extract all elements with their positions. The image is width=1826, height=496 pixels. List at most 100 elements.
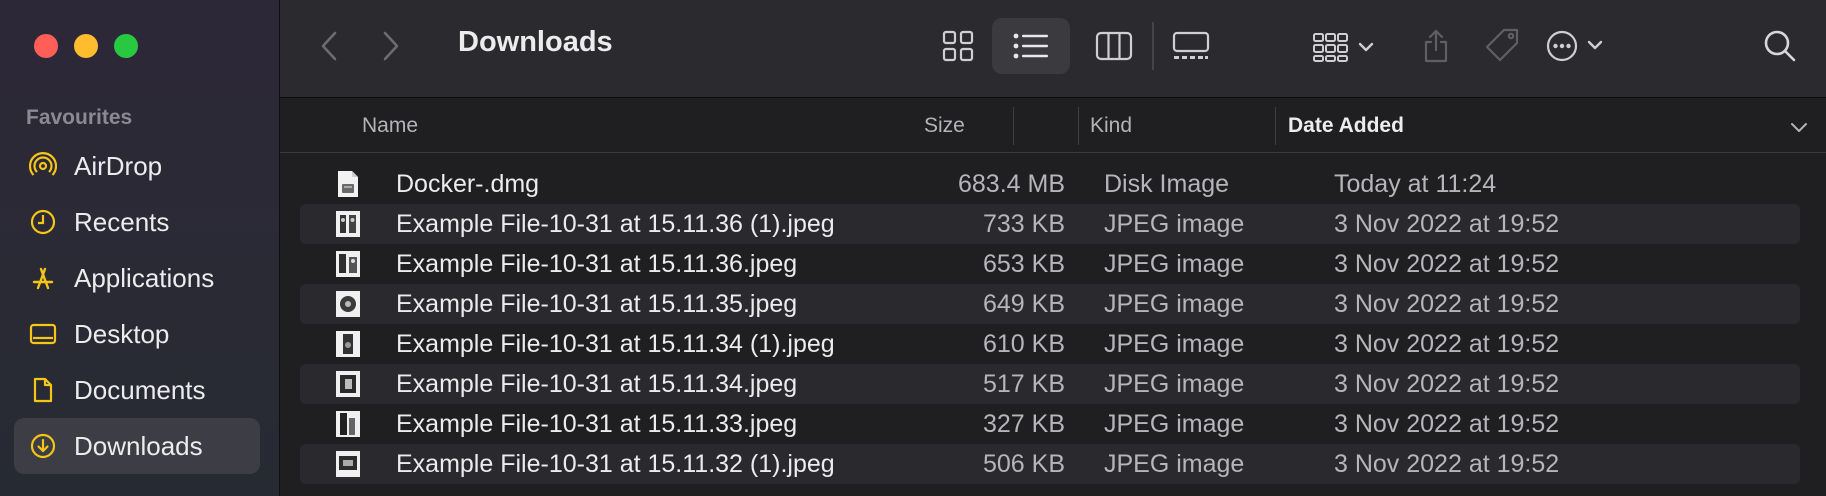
chevron-left-icon bbox=[321, 31, 337, 61]
main-pane: Downloads Name Size Kind Date Added Dock… bbox=[280, 0, 1826, 496]
more-actions-button[interactable] bbox=[1542, 22, 1614, 70]
list-view-button[interactable] bbox=[992, 18, 1070, 74]
file-date: 3 Nov 2022 at 19:52 bbox=[1334, 370, 1560, 398]
tag-icon bbox=[1485, 28, 1519, 62]
file-size: 653 KB bbox=[982, 250, 1065, 278]
column-name-header[interactable]: Name bbox=[362, 99, 418, 152]
gallery-icon bbox=[1172, 31, 1210, 59]
file-name: Example File-10-31 at 15.11.35.jpeg bbox=[396, 290, 798, 318]
file-date: 3 Nov 2022 at 19:52 bbox=[1334, 330, 1560, 358]
tags-button[interactable] bbox=[1482, 22, 1522, 70]
zoom-button[interactable] bbox=[114, 34, 138, 58]
sidebar-list: AirDrop Recents Applications Desktop Doc… bbox=[14, 138, 260, 474]
download-icon bbox=[28, 431, 58, 461]
minimize-button[interactable] bbox=[74, 34, 98, 58]
column-divider[interactable] bbox=[1078, 107, 1079, 145]
jpeg-thumbnail-icon bbox=[336, 451, 360, 477]
finder-window: Favourites AirDrop Recents Applications bbox=[0, 0, 1826, 496]
sidebar-heading: Favourites bbox=[26, 106, 133, 129]
forward-button[interactable] bbox=[378, 28, 404, 64]
list-icon bbox=[1013, 33, 1048, 59]
jpeg-thumbnail-icon bbox=[336, 251, 360, 277]
window-title: Downloads bbox=[458, 26, 613, 58]
close-button[interactable] bbox=[34, 34, 58, 58]
file-name: Example File-10-31 at 15.11.36.jpeg bbox=[396, 250, 798, 278]
icon-view-button[interactable] bbox=[932, 22, 984, 70]
table-row[interactable]: Example File-10-31 at 15.11.34.jpeg 517 … bbox=[300, 364, 1800, 404]
file-kind: JPEG image bbox=[1104, 450, 1245, 478]
file-kind: JPEG image bbox=[1104, 290, 1245, 318]
applications-icon bbox=[28, 263, 58, 293]
file-name: Example File-10-31 at 15.11.32 (1).jpeg bbox=[396, 450, 835, 478]
file-name: Example File-10-31 at 15.11.33.jpeg bbox=[396, 410, 798, 438]
sidebar-item-label: Desktop bbox=[74, 318, 170, 349]
sidebar-item-airdrop[interactable]: AirDrop bbox=[14, 138, 260, 194]
file-date: 3 Nov 2022 at 19:52 bbox=[1334, 250, 1560, 278]
file-size: 683.4 MB bbox=[957, 170, 1065, 198]
file-date: 3 Nov 2022 at 19:52 bbox=[1334, 410, 1560, 438]
search-icon bbox=[1764, 30, 1796, 62]
file-size: 649 KB bbox=[982, 290, 1065, 318]
table-row[interactable]: Example File-10-31 at 15.11.33.jpeg 327 … bbox=[300, 404, 1800, 444]
sidebar-item-recents[interactable]: Recents bbox=[14, 194, 260, 250]
table-row[interactable]: Example File-10-31 at 15.11.32 (1).jpeg … bbox=[300, 444, 1800, 484]
file-date: 3 Nov 2022 at 19:52 bbox=[1334, 450, 1560, 478]
table-row[interactable]: Example File-10-31 at 15.11.34 (1).jpeg … bbox=[300, 324, 1800, 364]
file-size: 733 KB bbox=[982, 210, 1065, 238]
file-name: Example File-10-31 at 15.11.34.jpeg bbox=[396, 370, 798, 398]
file-date: 3 Nov 2022 at 19:52 bbox=[1334, 290, 1560, 318]
sidebar-item-desktop[interactable]: Desktop bbox=[14, 306, 260, 362]
group-by-button[interactable] bbox=[1310, 24, 1384, 70]
grid-icon bbox=[942, 30, 974, 62]
toolbar-divider bbox=[1152, 22, 1154, 70]
sidebar-item-label: Applications bbox=[74, 262, 215, 293]
group-icon bbox=[1313, 33, 1374, 62]
document-icon bbox=[28, 375, 58, 405]
gallery-view-button[interactable] bbox=[1164, 22, 1218, 70]
jpeg-thumbnail-icon bbox=[336, 331, 360, 357]
file-name: Example File-10-31 at 15.11.36 (1).jpeg bbox=[396, 210, 835, 238]
table-row[interactable]: Docker-.dmg 683.4 MB Disk Image Today at… bbox=[300, 164, 1800, 204]
sidebar-item-label: Downloads bbox=[74, 430, 203, 461]
sidebar-item-label: Documents bbox=[74, 374, 206, 405]
disk-image-icon bbox=[338, 171, 358, 197]
sidebar-item-documents[interactable]: Documents bbox=[14, 362, 260, 418]
ellipsis-circle-icon bbox=[1546, 30, 1603, 62]
table-row[interactable]: Example File-10-31 at 15.11.36 (1).jpeg … bbox=[300, 204, 1800, 244]
search-button[interactable] bbox=[1760, 26, 1800, 66]
column-view-button[interactable] bbox=[1086, 22, 1142, 70]
file-size: 327 KB bbox=[982, 410, 1065, 438]
file-kind: JPEG image bbox=[1104, 330, 1245, 358]
file-date: 3 Nov 2022 at 19:52 bbox=[1334, 210, 1560, 238]
column-date-header[interactable]: Date Added bbox=[1288, 99, 1404, 152]
share-button[interactable] bbox=[1418, 22, 1454, 70]
file-kind: Disk Image bbox=[1104, 170, 1230, 198]
file-size: 517 KB bbox=[982, 370, 1065, 398]
share-icon bbox=[1424, 29, 1448, 63]
column-header: Name Size Kind Date Added bbox=[280, 99, 1826, 153]
jpeg-thumbnail-icon bbox=[336, 211, 360, 237]
sidebar-item-applications[interactable]: Applications bbox=[14, 250, 260, 306]
file-kind: JPEG image bbox=[1104, 370, 1245, 398]
chevron-right-icon bbox=[383, 31, 399, 61]
file-kind: JPEG image bbox=[1104, 250, 1245, 278]
sidebar-item-label: AirDrop bbox=[74, 150, 163, 181]
column-divider[interactable] bbox=[1275, 107, 1276, 145]
column-kind-header[interactable]: Kind bbox=[1090, 99, 1132, 152]
file-size: 610 KB bbox=[982, 330, 1065, 358]
file-name: Docker-.dmg bbox=[396, 170, 540, 198]
columns-icon bbox=[1095, 31, 1133, 61]
column-divider[interactable] bbox=[1013, 107, 1014, 145]
column-size-header[interactable]: Size bbox=[924, 99, 965, 152]
file-size: 506 KB bbox=[982, 450, 1065, 478]
sort-chevron-icon[interactable] bbox=[1790, 101, 1808, 154]
sidebar-item-downloads[interactable]: Downloads bbox=[14, 418, 260, 474]
toolbar: Downloads bbox=[280, 0, 1826, 98]
table-row[interactable]: Example File-10-31 at 15.11.36.jpeg 653 … bbox=[300, 244, 1800, 284]
sidebar-item-label: Recents bbox=[74, 206, 170, 237]
table-row[interactable]: Example File-10-31 at 15.11.35.jpeg 649 … bbox=[300, 284, 1800, 324]
jpeg-thumbnail-icon bbox=[336, 291, 360, 317]
back-button[interactable] bbox=[316, 28, 342, 64]
file-list: Docker-.dmg 683.4 MB Disk Image Today at… bbox=[280, 164, 1826, 484]
file-date: Today at 11:24 bbox=[1334, 170, 1497, 198]
